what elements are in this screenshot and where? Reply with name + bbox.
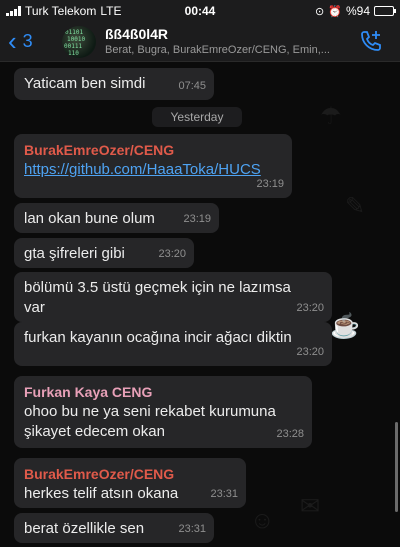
wallpaper-doodle: ✉ — [300, 493, 321, 520]
message-link[interactable]: https://github.com/HaaaToka/HUCS — [24, 160, 282, 180]
message-time: 23:19 — [256, 178, 284, 190]
message-time: 23:19 — [183, 213, 211, 225]
message-text: bölümü 3.5 üstü geçmek için ne lazımsa — [24, 279, 291, 296]
message-bubble[interactable]: bölümü 3.5 üstü geçmek için ne lazımsa v… — [14, 272, 332, 322]
chat-title[interactable]: ßß4ß0l4R — [105, 26, 168, 42]
status-bar: Turk Telekom LTE 00:44 ⊙ ⏰ %94 — [0, 0, 400, 22]
message-text: var — [24, 299, 45, 316]
date-separator: Yesterday — [152, 107, 242, 127]
message-time: 07:45 — [178, 80, 206, 92]
alarm-icon: ⏰ — [328, 5, 342, 18]
status-right: ⊙ ⏰ %94 — [315, 4, 396, 18]
message-bubble[interactable]: berat özellikle sen 23:31 — [14, 513, 214, 543]
message-time: 23:31 — [210, 488, 238, 500]
message-text: lan okan bune olum — [24, 210, 155, 227]
message-bubble[interactable]: lan okan bune olum 23:19 — [14, 203, 219, 233]
wallpaper-doodle: ☕ — [330, 313, 360, 340]
chevron-left-icon: ‹ — [8, 26, 17, 56]
message-time: 23:28 — [276, 428, 304, 440]
wallpaper-doodle: ☂ — [320, 103, 342, 130]
message-time: 23:20 — [296, 346, 324, 358]
message-text: herkes telif atsın okana — [24, 485, 179, 502]
message-text: şikayet edecem okan — [24, 423, 165, 440]
message-sender[interactable]: BurakEmreOzer/CENG — [24, 464, 236, 484]
wallpaper-doodle: ✎ — [345, 193, 366, 220]
message-bubble[interactable]: Yaticam ben simdi 07:45 — [14, 68, 214, 100]
group-avatar[interactable]: 01101 10010 00111 110 — [62, 26, 96, 58]
message-time: 23:20 — [296, 302, 324, 314]
message-bubble[interactable]: gta şifreleri gibi 23:20 — [14, 238, 194, 268]
message-time: 23:20 — [158, 248, 186, 260]
message-bubble[interactable]: furkan kayanın ocağına incir ağacı dikti… — [14, 322, 332, 366]
message-bubble[interactable]: BurakEmreOzer/CENG herkes telif atsın ok… — [14, 458, 246, 508]
message-bubble[interactable]: BurakEmreOzer/CENG https://github.com/Ha… — [14, 134, 292, 198]
message-text: ohoo bu ne ya seni rekabet kurumuna — [24, 403, 276, 420]
message-sender[interactable]: Furkan Kaya CENG — [24, 382, 302, 402]
battery-percent: %94 — [345, 4, 370, 18]
message-text: Yaticam ben simdi — [24, 75, 146, 92]
chat-header: ‹ 3 01101 10010 00111 110 ßß4ß0l4R Berat… — [0, 22, 400, 62]
add-call-icon[interactable] — [358, 28, 384, 54]
scrollbar[interactable] — [395, 422, 398, 512]
battery-icon — [374, 6, 396, 16]
chat-members[interactable]: Berat, Bugra, BurakEmreOzer/CENG, Emin,.… — [105, 44, 350, 56]
orientation-lock-icon: ⊙ — [315, 5, 325, 18]
unread-count: 3 — [22, 30, 33, 51]
wallpaper-doodle: ☺ — [250, 507, 275, 534]
message-text: furkan kayanın ocağına incir ağacı dikti… — [24, 329, 292, 346]
message-sender[interactable]: BurakEmreOzer/CENG — [24, 140, 282, 160]
back-button[interactable]: ‹ 3 — [8, 28, 33, 54]
message-text: berat özellikle sen — [24, 520, 145, 537]
message-bubble[interactable]: Furkan Kaya CENG ohoo bu ne ya seni reka… — [14, 376, 312, 448]
message-list[interactable]: ☂ ✎ ☕ ✉ ☺ Yaticam ben simdi 07:45 Yester… — [0, 62, 400, 547]
message-time: 23:31 — [178, 523, 206, 535]
